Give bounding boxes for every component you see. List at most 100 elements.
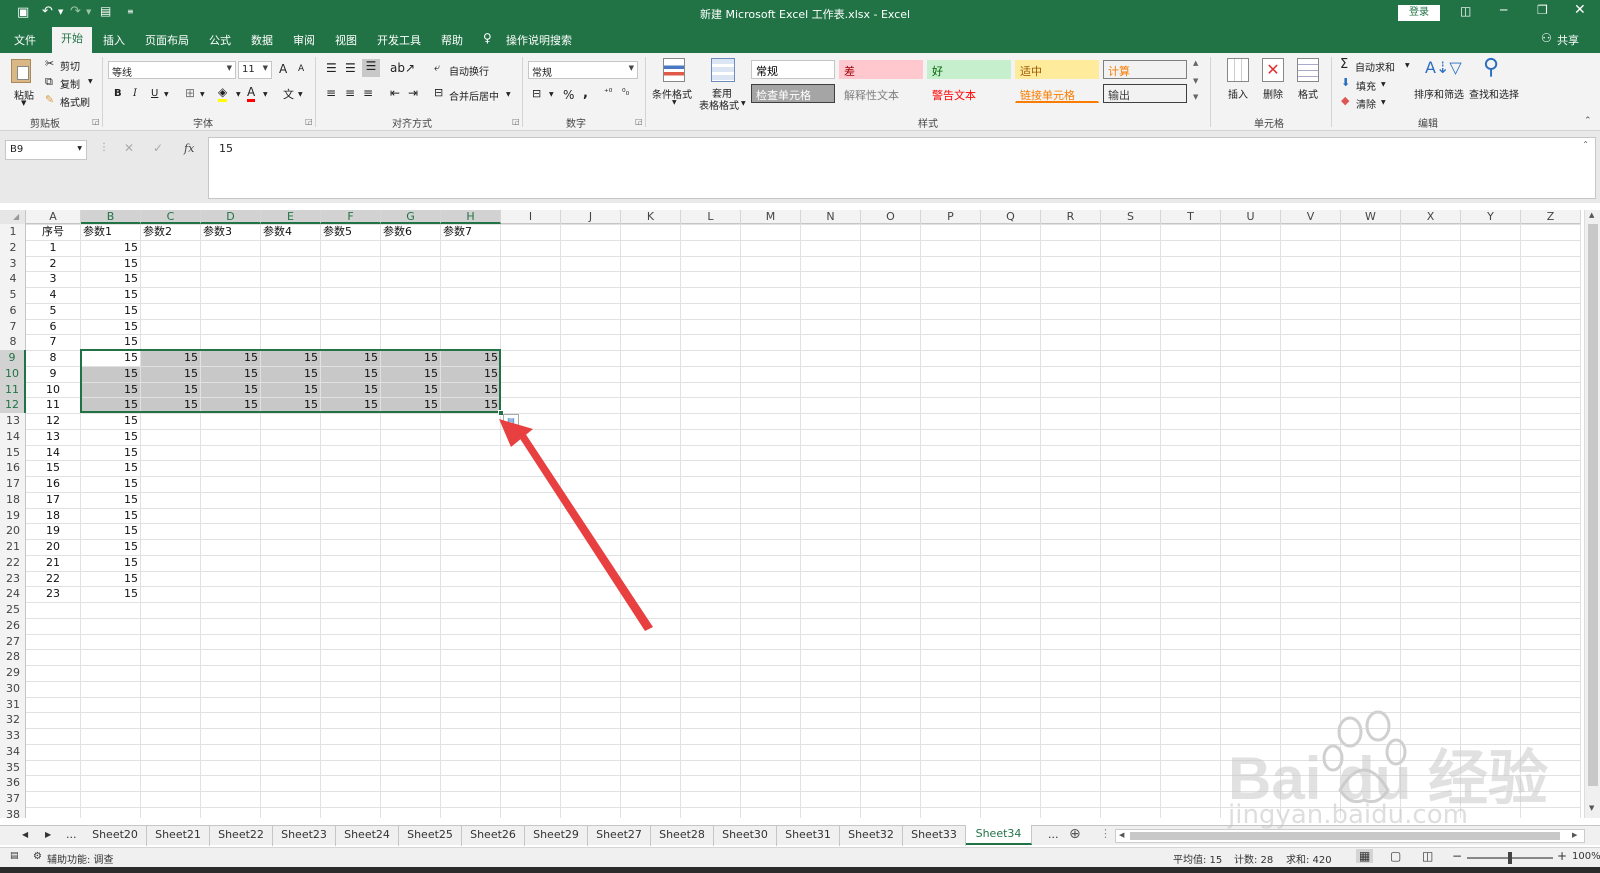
cell[interactable]: 9 <box>28 366 78 382</box>
sheet-tabs-ellipsis-right[interactable]: ... <box>1048 828 1059 841</box>
cell[interactable]: 15 <box>83 413 138 429</box>
autosum-icon[interactable]: Σ <box>1340 57 1348 72</box>
restore-icon[interactable]: ❐ <box>1537 3 1548 17</box>
cell[interactable]: 4 <box>28 287 78 303</box>
tab-insert[interactable]: 插入 <box>103 32 125 48</box>
cell[interactable]: 参数5 <box>323 224 378 240</box>
sheet-tab[interactable]: Sheet31 <box>777 826 840 846</box>
column-header[interactable]: G <box>381 210 441 224</box>
select-all-icon[interactable]: ◢ <box>13 212 19 221</box>
clear-dropdown-icon[interactable]: ▼ <box>1381 99 1386 106</box>
row-header[interactable]: 28 <box>0 649 26 665</box>
vertical-scroll-thumb[interactable] <box>1588 224 1598 786</box>
alignment-launcher-icon[interactable]: ◲ <box>512 117 520 126</box>
merge-center-button[interactable]: 合并后居中 <box>449 88 499 103</box>
cut-button[interactable]: 剪切 <box>60 58 80 73</box>
cell[interactable]: 8 <box>28 350 78 366</box>
merge-dropdown-icon[interactable]: ▼ <box>506 91 511 98</box>
font-size-combo[interactable]: 11 ▼ <box>238 61 272 79</box>
grow-font-icon[interactable]: A <box>279 62 287 76</box>
align-left-icon[interactable]: ≡ <box>326 86 336 100</box>
row-header[interactable]: 25 <box>0 602 26 618</box>
paste-icon[interactable] <box>11 59 31 83</box>
underline-button[interactable]: U <box>151 88 158 99</box>
cell[interactable]: 15 <box>83 303 138 319</box>
save-icon[interactable]: ▣ <box>17 5 29 20</box>
merge-icon[interactable]: ⊟ <box>434 86 443 99</box>
number-format-combo[interactable]: 常规 ▼ <box>528 61 638 79</box>
tab-view[interactable]: 视图 <box>335 32 357 48</box>
autosum-button[interactable]: 自动求和 <box>1355 59 1395 74</box>
cell[interactable]: 15 <box>83 287 138 303</box>
column-header[interactable]: N <box>801 210 861 224</box>
row-header[interactable]: 15 <box>0 445 26 461</box>
cell[interactable]: 2 <box>28 256 78 272</box>
column-header[interactable]: O <box>861 210 921 224</box>
row-header[interactable]: 24 <box>0 586 26 602</box>
row-header[interactable]: 6 <box>0 303 26 319</box>
zoom-out-icon[interactable]: − <box>1452 849 1462 863</box>
cell[interactable]: 15 <box>83 586 138 602</box>
undo-icon[interactable]: ↶ <box>42 4 53 19</box>
sheet-tab[interactable]: Sheet23 <box>273 826 336 846</box>
column-header[interactable]: J <box>561 210 621 224</box>
cell[interactable]: 参数1 <box>83 224 138 240</box>
cell[interactable]: 15 <box>83 445 138 461</box>
fill-icon[interactable]: ⬇ <box>1341 76 1350 89</box>
share-button[interactable]: 共享 <box>1557 32 1579 48</box>
wrap-text-icon[interactable]: ⤶ <box>434 61 440 75</box>
column-header[interactable]: M <box>741 210 801 224</box>
row-header[interactable]: 8 <box>0 334 26 350</box>
cell[interactable]: 3 <box>28 271 78 287</box>
sheet-tabs-ellipsis-left[interactable]: ... <box>66 828 77 841</box>
shrink-font-icon[interactable]: A <box>298 64 304 74</box>
orientation-icon[interactable]: ab↗ <box>390 61 415 75</box>
close-icon[interactable]: ✕ <box>1574 2 1586 18</box>
cell[interactable]: 6 <box>28 319 78 335</box>
row-header[interactable]: 1 <box>0 224 26 240</box>
column-header[interactable]: Q <box>981 210 1041 224</box>
accessibility-status[interactable]: 辅助功能: 调查 <box>47 851 114 866</box>
tab-splitter-icon[interactable]: ⋮ <box>1100 827 1111 840</box>
redo-dropdown-icon[interactable]: ▼ <box>86 8 91 16</box>
row-header[interactable]: 17 <box>0 476 26 492</box>
worksheet-grid[interactable]: ◢ A B C D E F G H I J K L M N O P Q R S T U V W X Y Z 1 2 3 4 5 6 7 8 9 10 11… <box>0 210 1584 818</box>
cell[interactable]: 15 <box>83 271 138 287</box>
sheet-tab[interactable]: Sheet26 <box>462 826 525 846</box>
fill-color-icon[interactable]: ◈ <box>218 85 228 102</box>
cell[interactable]: 参数2 <box>143 224 198 240</box>
row-header[interactable]: 4 <box>0 271 26 287</box>
border-dropdown-icon[interactable]: ▼ <box>200 91 205 98</box>
quick-print-icon[interactable]: ▤ <box>100 4 111 18</box>
login-button[interactable]: 登录 <box>1398 5 1440 21</box>
sheet-tab[interactable]: Sheet22 <box>210 826 273 846</box>
minimize-icon[interactable]: ─ <box>1500 3 1507 17</box>
row-header[interactable]: 38 <box>0 807 26 818</box>
scroll-right-icon[interactable]: ▶ <box>1572 831 1577 839</box>
underline-dropdown-icon[interactable]: ▼ <box>164 91 169 98</box>
cell[interactable]: 参数4 <box>263 224 318 240</box>
cell-style-option[interactable]: 适中 <box>1015 60 1099 79</box>
sheet-tab[interactable]: Sheet21 <box>147 826 210 846</box>
cell[interactable]: 15 <box>83 240 138 256</box>
wrap-text-button[interactable]: 自动换行 <box>449 63 489 78</box>
tab-page-layout[interactable]: 页面布局 <box>145 32 189 48</box>
row-header[interactable]: 22 <box>0 555 26 571</box>
cell[interactable]: 19 <box>28 523 78 539</box>
font-color-button[interactable]: A <box>247 86 256 102</box>
table-format-icon[interactable] <box>711 58 735 82</box>
format-cells-button[interactable]: 格式 <box>1298 86 1318 101</box>
cell[interactable]: 20 <box>28 539 78 555</box>
cell[interactable]: 1 <box>28 240 78 256</box>
column-header[interactable]: P <box>921 210 981 224</box>
undo-dropdown-icon[interactable]: ▼ <box>58 8 63 16</box>
column-header[interactable]: F <box>321 210 381 224</box>
font-name-combo[interactable]: 等线 ▼ <box>108 61 236 79</box>
next-sheet-icon[interactable]: ▶ <box>45 830 51 839</box>
phonetic-dropdown-icon[interactable]: ▼ <box>298 91 303 98</box>
conditional-format-icon[interactable] <box>663 58 685 82</box>
row-header[interactable]: 37 <box>0 791 26 807</box>
row-header[interactable]: 11 <box>0 381 26 398</box>
enter-icon[interactable]: ✓ <box>153 141 163 155</box>
expand-formula-icon[interactable]: ⌃ <box>1582 140 1589 149</box>
